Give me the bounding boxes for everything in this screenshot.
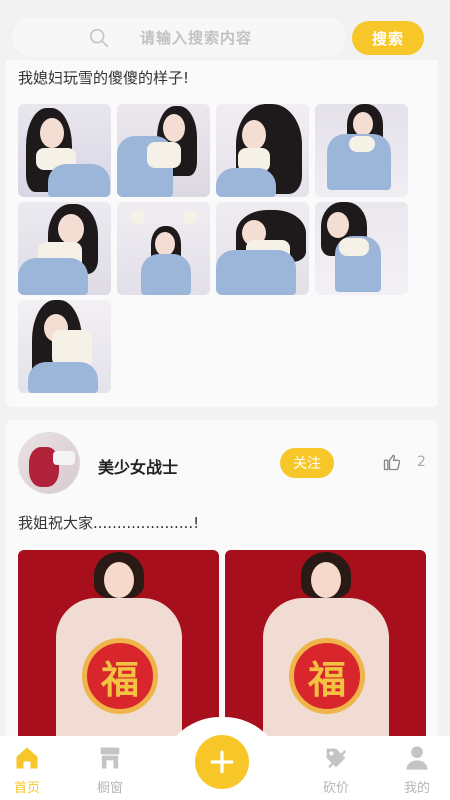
thumbs-up-icon[interactable]	[382, 452, 402, 472]
follow-button[interactable]: 关注	[280, 448, 334, 478]
fu-decoration: 福	[289, 638, 365, 714]
post-image[interactable]	[117, 104, 210, 197]
home-icon	[16, 747, 38, 769]
post-card[interactable]: 美少女战士 关注 2 我姐祝大家.....................! 福…	[6, 420, 438, 770]
post-image[interactable]	[315, 202, 408, 295]
plus-icon	[210, 750, 234, 774]
like-count: 2	[417, 454, 426, 470]
post-image[interactable]	[216, 202, 309, 295]
post-text: 我媳妇玩雪的傻傻的样子!	[18, 69, 190, 87]
bargain-icon	[326, 748, 347, 769]
post-text: 我姐祝大家.....................!	[18, 514, 200, 532]
search-input[interactable]: 请输入搜索内容	[12, 17, 346, 57]
tab-label: 砍价	[322, 781, 349, 796]
tab-label: 首页	[13, 781, 40, 796]
post-card[interactable]: 我媳妇玩雪的傻傻的样子!	[6, 57, 438, 407]
post-header: 美少女战士 关注 2	[18, 432, 428, 496]
post-image[interactable]	[18, 202, 111, 295]
post-image[interactable]	[315, 104, 408, 197]
tab-bargain[interactable]: 砍价	[306, 742, 366, 798]
search-bar: 请输入搜索内容 搜索	[0, 0, 450, 60]
tab-label: 我的	[403, 781, 430, 796]
tab-home[interactable]: 首页	[0, 742, 57, 798]
post-image[interactable]	[117, 202, 210, 295]
add-post-button[interactable]	[195, 735, 249, 789]
search-button[interactable]: 搜索	[352, 21, 424, 55]
search-icon	[89, 28, 109, 48]
username[interactable]: 美少女战士	[98, 454, 178, 478]
tab-label: 橱窗	[96, 781, 123, 796]
user-icon	[406, 746, 428, 770]
tab-shop[interactable]: 橱窗	[80, 742, 140, 798]
shop-icon	[100, 747, 120, 769]
post-image[interactable]	[18, 104, 111, 197]
post-image[interactable]	[18, 300, 111, 393]
avatar[interactable]	[18, 432, 80, 494]
search-placeholder: 请输入搜索内容	[140, 29, 253, 47]
tab-mine[interactable]: 我的	[387, 742, 447, 798]
fu-decoration: 福	[82, 638, 158, 714]
post-image[interactable]	[216, 104, 309, 197]
